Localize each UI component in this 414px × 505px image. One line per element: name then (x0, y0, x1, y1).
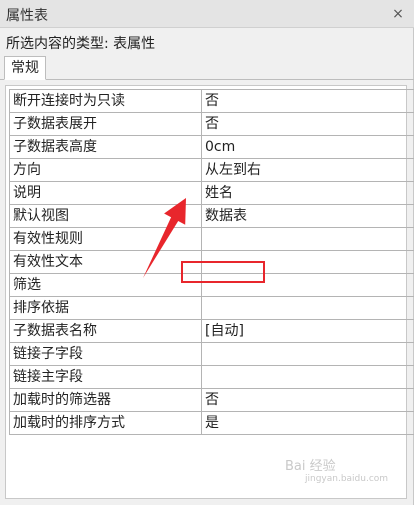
close-icon[interactable]: × (388, 4, 408, 24)
panel-title-bar: 属性表 × (0, 0, 414, 28)
watermark-url: jingyan.baidu.com (305, 474, 389, 484)
panel-title: 属性表 (6, 8, 48, 24)
tab-general[interactable]: 常规 (4, 56, 46, 80)
property-grid-area: 断开连接时为只读否子数据表展开否子数据表高度 0cm 方向 从左到右 说明 姓名 默认视图数… (5, 85, 414, 499)
watermark-text: Bai 经验 (285, 459, 336, 474)
property-sheet-panel: 属性表 × 所选内容的类型: 表属性 常规 断开连接时为只读否子数据表展开否子数… (0, 0, 414, 505)
selection-type-label: 所选内容的类型: 表属性 (6, 36, 156, 52)
annotation-arrow (143, 198, 186, 278)
tab-bar: 常规 (0, 56, 414, 80)
watermark: Bai 经验 jingyan.baidu.com (285, 455, 388, 484)
highlight-box (181, 261, 265, 283)
